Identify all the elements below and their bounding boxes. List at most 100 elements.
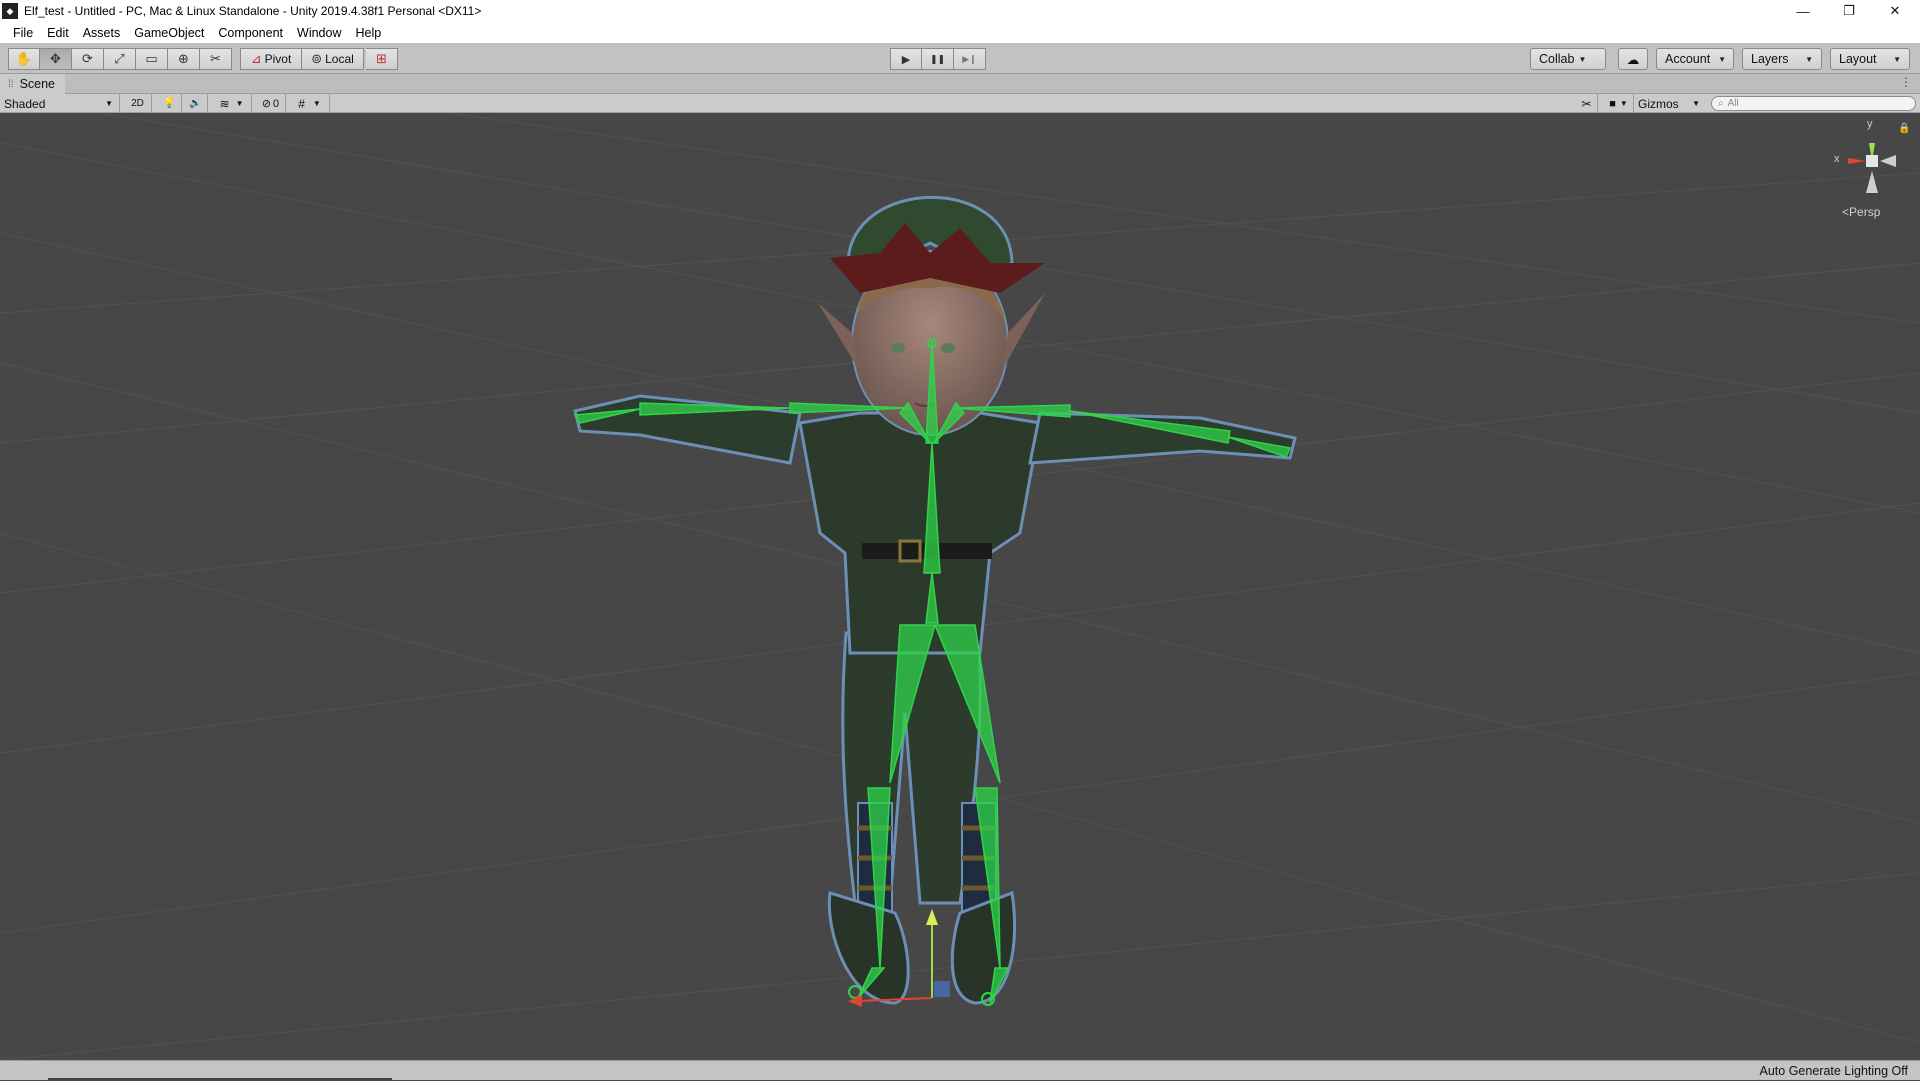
- account-label: Account: [1665, 52, 1711, 66]
- 2d-toggle[interactable]: 2D: [124, 94, 152, 113]
- scene-render: [0, 113, 1920, 1060]
- step-icon: ▶❙: [962, 53, 977, 64]
- scene-viewport[interactable]: y x 🔒 <Persp: [0, 113, 1920, 1060]
- account-group: Account ▼: [1656, 48, 1734, 70]
- window-title: Elf_test - Untitled - PC, Mac & Linux St…: [24, 4, 482, 18]
- move-tool-button[interactable]: ✥: [40, 48, 72, 70]
- hand-tool-button[interactable]: ✋: [8, 48, 40, 70]
- layers-group: Layers ▼: [1742, 48, 1822, 70]
- account-dropdown[interactable]: Account ▼: [1656, 48, 1734, 70]
- grid-icon: #: [298, 96, 305, 111]
- scale-tool-button[interactable]: ⤢: [104, 48, 136, 70]
- step-button[interactable]: ▶❙: [954, 48, 986, 70]
- menu-edit[interactable]: Edit: [40, 26, 76, 40]
- gizmo-axis-x-label: x: [1834, 153, 1840, 165]
- grid-dropdown[interactable]: # ▼: [290, 94, 330, 113]
- effects-dropdown[interactable]: ≋ ▼: [212, 94, 252, 113]
- eye-slash-icon: ⊘: [261, 98, 272, 110]
- play-button[interactable]: ▶: [890, 48, 922, 70]
- close-button[interactable]: ✕: [1872, 0, 1918, 22]
- pause-icon: ❚❚: [929, 53, 946, 64]
- layout-group: Layout ▼: [1830, 48, 1910, 70]
- gizmos-dropdown[interactable]: Gizmos ▼: [1638, 94, 1700, 113]
- menu-component[interactable]: Component: [211, 26, 290, 40]
- search-icon: ⌕: [1718, 98, 1724, 109]
- tools-toggle[interactable]: ✂: [1576, 94, 1598, 113]
- rotate-tool-button[interactable]: ⟳: [72, 48, 104, 70]
- local-toggle[interactable]: ⊚ Local: [302, 48, 364, 70]
- cloud-button[interactable]: ☁: [1618, 48, 1648, 70]
- grid-snap-button[interactable]: ⊞: [366, 48, 398, 70]
- tab-menu-icon[interactable]: ⋮: [1900, 75, 1912, 89]
- audio-toggle[interactable]: 🔊: [184, 94, 208, 113]
- draw-mode-dropdown[interactable]: Shaded ▼: [0, 94, 120, 113]
- gizmo-axis-y-label: y: [1867, 118, 1873, 130]
- 2d-label: 2D: [131, 98, 144, 109]
- projection-arrow-icon: <: [1842, 205, 1850, 219]
- maximize-button[interactable]: ❐: [1826, 0, 1872, 22]
- pause-button[interactable]: ❚❚: [922, 48, 954, 70]
- pivot-local-group: ⊿ Pivot ⊚ Local ⊞: [240, 48, 398, 70]
- scale-icon: ⤢: [114, 51, 125, 66]
- transform-icon: ⊕: [178, 51, 189, 66]
- layout-label: Layout: [1839, 52, 1877, 66]
- scene-grid-icon: ⁞⁞: [8, 78, 14, 90]
- search-placeholder: All: [1727, 98, 1739, 109]
- main-toolbar: ✋ ✥ ⟳ ⤢ ▭ ⊕ ✂ ⊿ Pivot ⊚ Local ⊞ ▶ ❚❚ ▶❙ …: [0, 43, 1920, 74]
- lock-icon[interactable]: 🔒: [1898, 123, 1910, 134]
- hierarchy-search-input[interactable]: ⌕ All: [1711, 96, 1916, 111]
- menu-bar: File Edit Assets GameObject Component Wi…: [0, 22, 1920, 43]
- pivot-icon: ⊿: [250, 51, 262, 66]
- gizmos-label: Gizmos: [1638, 96, 1679, 111]
- local-icon: ⊚: [311, 51, 323, 66]
- playback-controls: ▶ ❚❚ ▶❙: [890, 48, 986, 70]
- title-bar: ◆ Elf_test - Untitled - PC, Mac & Linux …: [0, 0, 1920, 22]
- hidden-count: 0: [273, 97, 280, 110]
- menu-file[interactable]: File: [6, 26, 40, 40]
- cloud-icon: ☁: [1626, 52, 1640, 67]
- collab-label: Collab: [1539, 52, 1575, 66]
- hand-icon: ✋: [15, 51, 33, 66]
- scene-orientation-gizmo[interactable]: [1848, 143, 1896, 193]
- status-text: Auto Generate Lighting Off: [1759, 1064, 1908, 1078]
- transform-tool-button[interactable]: ⊕: [168, 48, 200, 70]
- camera-icon: ■: [1609, 97, 1616, 110]
- pivot-toggle[interactable]: ⊿ Pivot: [240, 48, 302, 70]
- pivot-label: Pivot: [264, 52, 292, 66]
- transform-tools: ✋ ✥ ⟳ ⤢ ▭ ⊕ ✂: [8, 48, 232, 70]
- projection-label[interactable]: <Persp: [1842, 205, 1880, 219]
- camera-dropdown[interactable]: ■ ▼: [1604, 94, 1634, 113]
- speaker-icon: 🔊: [189, 98, 202, 109]
- status-bar: Auto Generate Lighting Off: [0, 1060, 1920, 1081]
- menu-gameobject[interactable]: GameObject: [127, 26, 211, 40]
- rotate-icon: ⟳: [82, 51, 93, 66]
- collab-dropdown[interactable]: Collab ▼: [1530, 48, 1606, 70]
- layout-dropdown[interactable]: Layout ▼: [1830, 48, 1910, 70]
- tools-icon: ✂: [1581, 96, 1592, 111]
- cloud-group: ☁: [1618, 48, 1648, 70]
- scene-tab-bar: ⁞⁞ Scene ⋮: [0, 74, 1920, 94]
- layers-dropdown[interactable]: Layers ▼: [1742, 48, 1822, 70]
- rect-icon: ▭: [145, 51, 158, 66]
- collab-dropdown-group: Collab ▼: [1530, 48, 1606, 70]
- scene-control-bar: Shaded ▼ 2D 💡 🔊 ≋ ▼ ⊘ 0 # ▼ ✂ ■ ▼ Gizmos ▼ ⌕ …: [0, 94, 1920, 113]
- custom-tool-button[interactable]: ✂: [200, 48, 232, 70]
- light-bulb-icon: 💡: [163, 98, 176, 109]
- grid-snap-icon: ⊞: [376, 51, 387, 66]
- minimize-button[interactable]: —: [1780, 0, 1826, 22]
- unity-logo-icon: ◆: [2, 3, 18, 19]
- rect-tool-button[interactable]: ▭: [136, 48, 168, 70]
- menu-window[interactable]: Window: [290, 26, 348, 40]
- menu-assets[interactable]: Assets: [76, 26, 128, 40]
- projection-mode: Persp: [1849, 205, 1881, 219]
- layers-label: Layers: [1751, 52, 1789, 66]
- draw-mode-label: Shaded: [4, 96, 46, 111]
- local-label: Local: [325, 52, 354, 66]
- custom-tools-icon: ✂: [210, 51, 221, 66]
- scene-tab-label: Scene: [19, 77, 56, 91]
- lighting-toggle[interactable]: 💡: [158, 94, 182, 113]
- menu-help[interactable]: Help: [348, 26, 388, 40]
- hidden-objects-toggle[interactable]: ⊘ 0: [256, 94, 286, 113]
- scene-tab[interactable]: ⁞⁞ Scene: [0, 74, 66, 94]
- move-icon: ✥: [50, 51, 61, 66]
